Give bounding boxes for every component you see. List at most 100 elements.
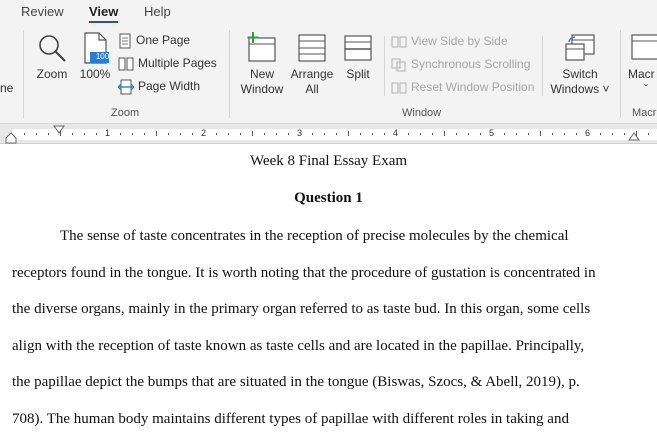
macros-label: Macr [628, 67, 655, 81]
multiple-pages-label: Multiple Pages [138, 56, 217, 70]
ruler-dot [192, 133, 193, 135]
paragraph-line: the papillae depict the bumps that are s… [12, 374, 580, 390]
ruler-dot [216, 133, 217, 135]
first-line-indent-marker-icon[interactable] [53, 125, 65, 135]
document-heading: Question 1 [294, 190, 363, 206]
paragraph-line: 708). The human body maintains different… [12, 411, 569, 427]
ruler-half-tick [348, 131, 349, 136]
ruler-number: 6 [585, 128, 591, 138]
ribbon-tab-bar: Review View Help [0, 0, 657, 24]
zoom-label: Zoom [36, 67, 68, 81]
zoom-100-badge: 100 [95, 52, 110, 61]
ruler-dot [360, 133, 361, 135]
switch-windows-icon [565, 34, 595, 61]
document-page[interactable]: Week 8 Final Essay Exam Question 1 The s… [0, 145, 657, 442]
ruler-dot [168, 133, 169, 135]
ruler-dot [132, 133, 133, 135]
ruler-dot [504, 133, 505, 135]
ruler-dot [264, 133, 265, 135]
ruler-dot [288, 133, 289, 135]
ruler-dot [420, 133, 421, 135]
ruler-number: 1 [105, 128, 111, 138]
one-page-button[interactable]: One Page [118, 31, 190, 49]
ruler-half-tick [540, 131, 541, 136]
ruler-dot [372, 133, 373, 135]
ruler-dot [480, 133, 481, 135]
ruler-dot [528, 133, 529, 135]
zoom-100-label: 100% [79, 67, 111, 81]
ruler-dot [48, 133, 49, 135]
arrange-all-label-1: Arrange [290, 67, 334, 81]
zoom-group-label: Zoom [111, 107, 140, 119]
page-width-icon [118, 79, 134, 95]
view-side-by-side-button[interactable]: View Side by Side [391, 32, 508, 50]
ruler-dot [564, 133, 565, 135]
ruler-dot [144, 133, 145, 135]
ruler-half-tick [252, 131, 253, 136]
ruler-dot [240, 133, 241, 135]
synchronous-scrolling-label: Synchronous Scrolling [411, 57, 531, 71]
arrange-all-label-2: All [305, 82, 319, 96]
group-separator [542, 36, 543, 96]
ruler-dot [600, 133, 601, 135]
ruler-half-tick [636, 131, 637, 136]
document-title: Week 8 Final Essay Exam [249, 153, 408, 169]
ruler-dot [180, 133, 181, 135]
one-page-icon [119, 33, 131, 49]
zoom-100-button[interactable]: 100 100% [78, 32, 112, 82]
ruler-dot [120, 133, 121, 135]
ruler-dot [384, 133, 385, 135]
view-side-by-side-label: View Side by Side [411, 34, 508, 48]
ruler-dot [84, 133, 85, 135]
tab-view[interactable]: View [89, 4, 119, 23]
ribbon: ne Zoom 100 100% One Page Multiple Pages [0, 24, 657, 124]
ruler-dot [612, 133, 613, 135]
new-window-label-2: Window [240, 82, 284, 96]
group-separator [229, 30, 230, 118]
synchronous-scrolling-button[interactable]: Synchronous Scrolling [391, 55, 530, 73]
horizontal-ruler[interactable]: 1 2 3 4 5 6 [0, 124, 657, 144]
new-window-icon [247, 32, 276, 62]
macros-group-label: Macr [632, 107, 657, 119]
tab-review[interactable]: Review [21, 4, 64, 19]
switch-windows-button[interactable]: Switch Windows ˅ [547, 32, 613, 97]
ruler-dot [648, 133, 649, 135]
arrange-all-button[interactable]: Arrange All [289, 32, 335, 97]
reset-window-icon [391, 82, 407, 94]
ruler-dot [324, 133, 325, 135]
ruler-dot [432, 133, 433, 135]
split-button[interactable]: Split [338, 32, 378, 82]
ruler-dot [576, 133, 577, 135]
split-icon [344, 35, 372, 61]
multiple-pages-button[interactable]: Multiple Pages [118, 54, 217, 72]
right-indent-marker-icon[interactable] [628, 131, 640, 141]
ruler-number: 3 [297, 128, 303, 138]
ruler-dot [96, 133, 97, 135]
ruler-dot [468, 133, 469, 135]
sync-scrolling-icon [391, 58, 406, 72]
ruler-dot [552, 133, 553, 135]
ruler-number: 2 [201, 128, 207, 138]
ruler-half-tick [444, 131, 445, 136]
macros-button[interactable]: Macr ˇ [628, 32, 657, 97]
page-width-button[interactable]: Page Width [118, 77, 200, 95]
ruler-dot [72, 133, 73, 135]
ruler-dot [24, 133, 25, 135]
window-group-label: Window [402, 107, 442, 119]
new-window-button[interactable]: New Window [237, 32, 287, 97]
tab-help[interactable]: Help [144, 4, 171, 19]
split-label: Split [346, 67, 370, 81]
zoom-button[interactable]: Zoom [32, 32, 72, 82]
group-separator [23, 30, 24, 118]
ruler-dot [624, 133, 625, 135]
new-window-label-1: New [249, 67, 274, 81]
switch-windows-label-1: Switch [562, 67, 598, 81]
macros-dropdown-icon: ˇ [644, 82, 648, 96]
ruler-dot [276, 133, 277, 135]
left-indent-marker-icon[interactable] [5, 132, 17, 144]
ruler-dot [336, 133, 337, 135]
ruler-dot [456, 133, 457, 135]
macros-icon [631, 34, 657, 60]
reset-window-position-button[interactable]: Reset Window Position [391, 78, 534, 96]
page-width-label: Page Width [138, 79, 201, 93]
